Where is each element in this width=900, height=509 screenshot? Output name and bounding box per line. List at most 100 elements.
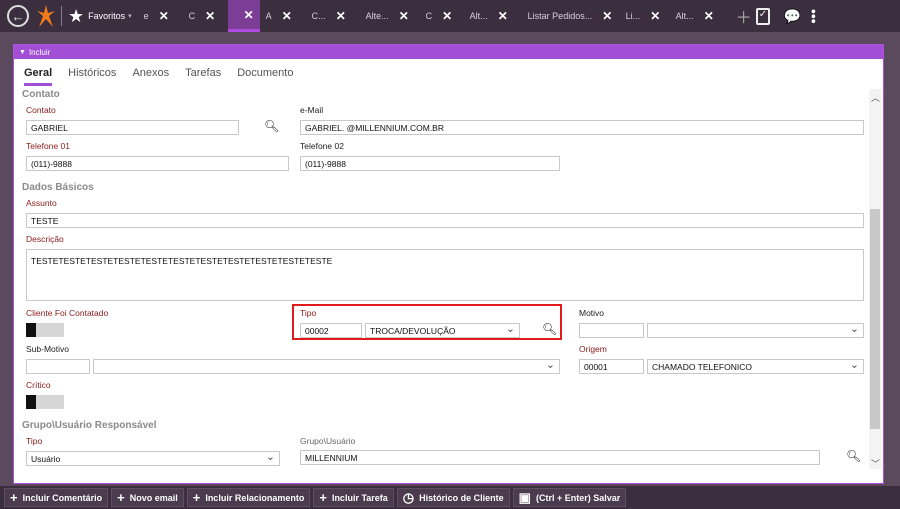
scrollbar-thumb[interactable]: [870, 209, 880, 429]
origem-select[interactable]: CHAMADO TELEFONICO: [647, 359, 864, 374]
email-input[interactable]: GABRIEL. @MILLENNIUM.COM.BR: [300, 120, 864, 135]
collapse-triangle-icon: ▼: [19, 48, 26, 56]
tab[interactable]: Listar Pedidos... ✕: [522, 0, 620, 32]
close-icon[interactable]: ✕: [282, 9, 292, 23]
subtab-bar: Geral Históricos Anexos Tarefas Document…: [24, 67, 309, 86]
telefone02-label: Telefone 02: [300, 141, 344, 151]
tab-label: A: [265, 11, 272, 21]
chevron-up-icon[interactable]: ︿: [871, 91, 880, 104]
tab[interactable]: C ✕: [420, 0, 464, 32]
panel-title: Incluir: [28, 47, 51, 57]
submotivo-label: Sub-Motivo: [26, 344, 69, 354]
close-icon[interactable]: ✕: [205, 9, 215, 23]
highlight-box: [292, 304, 562, 340]
grupo-usuario-input[interactable]: MILLENNIUM: [300, 450, 820, 465]
historico-cliente-button[interactable]: ◷ Histórico de Cliente: [396, 488, 510, 507]
tab-documento[interactable]: Documento: [237, 67, 293, 86]
save-icon: ▣: [518, 489, 531, 505]
plus-icon: +: [319, 490, 327, 505]
tab[interactable]: C... ✕: [306, 0, 360, 32]
favoritos-label: Favoritos: [88, 11, 126, 21]
close-icon[interactable]: ✕: [498, 9, 508, 23]
close-icon[interactable]: ✕: [650, 9, 660, 23]
motivo-select[interactable]: [647, 323, 864, 338]
tab[interactable]: Alte... ✕: [360, 0, 420, 32]
section-grupo-usuario: Grupo\Usuário Responsável: [22, 420, 157, 431]
contato-input[interactable]: GABRIEL: [26, 120, 239, 135]
telefone02-input[interactable]: (011)-9888: [300, 156, 560, 171]
critico-toggle[interactable]: [26, 395, 64, 409]
grupo-usuario-label: Grupo\Usuário: [300, 436, 356, 446]
motivo-label: Motivo: [579, 308, 605, 318]
incluir-tarefa-button[interactable]: + Incluir Tarefa: [313, 488, 394, 507]
button-label: Incluir Tarefa: [331, 492, 388, 503]
section-contato: Contato: [22, 89, 60, 100]
back-arrow-icon[interactable]: ←: [7, 5, 29, 27]
close-icon[interactable]: ✕: [704, 9, 714, 23]
search-icon[interactable]: 🔍︎: [846, 449, 861, 463]
close-icon[interactable]: ✕: [159, 9, 169, 23]
tab-geral[interactable]: Geral: [24, 67, 53, 86]
tab-active[interactable]: ✕: [227, 0, 260, 32]
tab[interactable]: e ✕: [138, 0, 183, 32]
panel-header[interactable]: ▼ Incluir: [14, 45, 883, 59]
grupo-tipo-select[interactable]: Usuário: [26, 451, 280, 466]
chevron-down-icon: ▾: [128, 13, 132, 20]
tab[interactable]: Li... ✕: [620, 0, 670, 32]
button-label: Histórico de Cliente: [419, 492, 504, 503]
close-icon[interactable]: ✕: [442, 9, 452, 23]
favoritos-menu[interactable]: ★ Favoritos ▾: [68, 6, 132, 27]
search-icon[interactable]: 🔍︎: [264, 119, 279, 133]
clipboard-check-icon[interactable]: [755, 7, 770, 25]
incluir-relacionamento-button[interactable]: + Incluir Relacionamento: [186, 488, 311, 507]
more-options-icon[interactable]: •••: [806, 9, 822, 24]
button-label: Novo email: [129, 492, 178, 503]
descricao-label: Descrição: [26, 234, 64, 244]
motivo-code-input[interactable]: [579, 323, 644, 338]
tab-label: Alt...: [675, 11, 694, 21]
tab[interactable]: A ✕: [260, 0, 306, 32]
tab-historicos[interactable]: Históricos: [68, 67, 116, 86]
tab-label: Listar Pedidos...: [527, 11, 593, 21]
assunto-input[interactable]: TESTE: [26, 213, 864, 228]
assunto-label: Assunto: [26, 198, 57, 208]
tab-label: Alt...: [469, 11, 488, 21]
tab-label: C: [425, 11, 433, 21]
plus-icon: +: [10, 490, 18, 505]
chevron-down-icon[interactable]: ﹀: [871, 457, 880, 470]
tab[interactable]: Alt... ✕: [464, 0, 522, 32]
novo-email-button[interactable]: + Novo email: [111, 488, 184, 507]
cliente-contatado-toggle[interactable]: [26, 323, 64, 337]
button-label: Incluir Comentário: [22, 492, 103, 503]
tab-strip: e ✕ C ✕ ✕ A ✕ C... ✕ Alte... ✕ C ✕ Alt... ✕ Lis…: [138, 0, 726, 32]
clock-icon: ◷: [402, 489, 415, 505]
vertical-scrollbar[interactable]: ︿ ﹀: [869, 89, 881, 469]
close-icon[interactable]: ✕: [336, 9, 346, 23]
tab-label: Alte...: [365, 11, 389, 21]
tab[interactable]: C ✕: [183, 0, 228, 32]
section-dados-basicos: Dados Básicos: [22, 182, 94, 193]
submotivo-code-input[interactable]: [26, 359, 90, 374]
descricao-textarea[interactable]: TESTETESTETESTETESTETESTETESTETESTETESTE…: [26, 249, 864, 301]
button-label: (Ctrl + Enter) Salvar: [535, 492, 621, 503]
close-icon[interactable]: ✕: [602, 9, 612, 23]
telefone01-input[interactable]: (011)-9888: [26, 156, 289, 171]
incluir-comentario-button[interactable]: + Incluir Comentário: [4, 488, 109, 507]
close-icon[interactable]: ✕: [244, 8, 254, 22]
tab[interactable]: Alt... ✕: [670, 0, 726, 32]
close-icon[interactable]: ✕: [399, 9, 409, 23]
bottom-toolbar: + Incluir Comentário + Novo email + Incluir…: [0, 486, 900, 509]
app-logo: [37, 5, 55, 27]
tab-label: C: [188, 11, 196, 21]
submotivo-select[interactable]: [93, 359, 560, 374]
tab-label: Li...: [625, 11, 641, 21]
tab-tarefas[interactable]: Tarefas: [185, 67, 221, 86]
divider: [61, 6, 62, 26]
origem-label: Origem: [579, 344, 607, 354]
origem-code-input[interactable]: 00001: [579, 359, 644, 374]
top-bar: ← ★ Favoritos ▾ e ✕ C ✕ ✕ A ✕ C... ✕ Alte...…: [0, 0, 900, 32]
add-tab-icon[interactable]: ＋: [736, 4, 752, 28]
salvar-button[interactable]: ▣ (Ctrl + Enter) Salvar: [512, 488, 627, 507]
chat-icon[interactable]: 💬: [784, 8, 801, 25]
tab-anexos[interactable]: Anexos: [132, 67, 169, 86]
